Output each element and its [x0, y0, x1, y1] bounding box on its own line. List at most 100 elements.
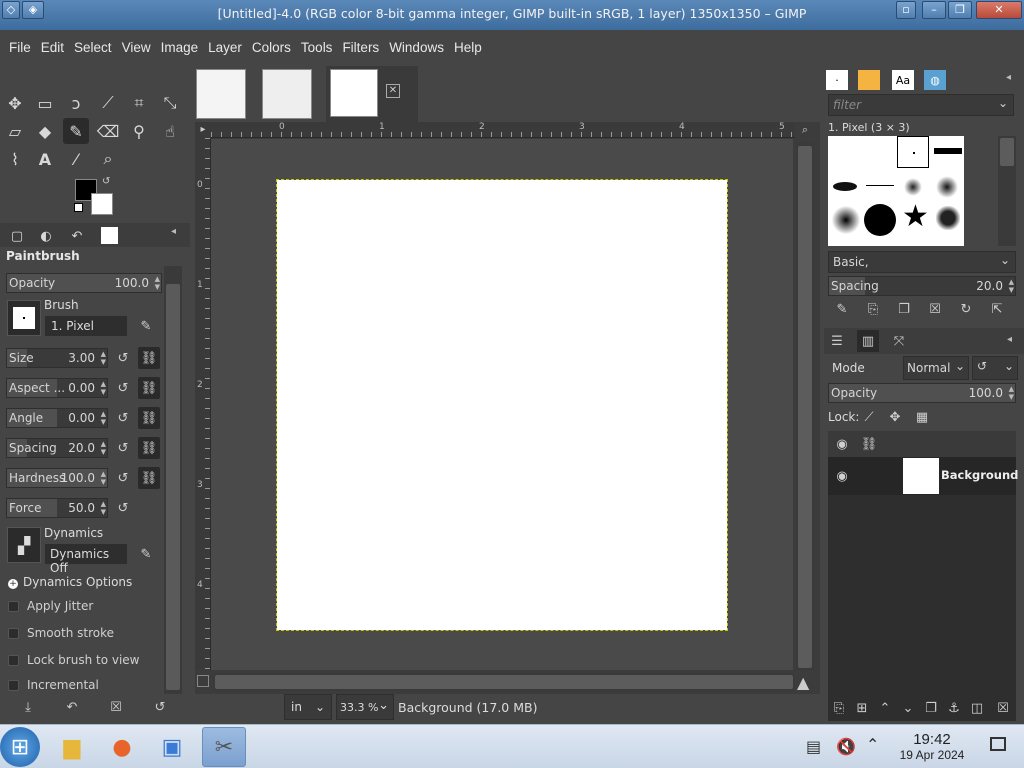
brush-soft-large[interactable] [936, 176, 958, 198]
lock-position-icon[interactable]: ✥ [884, 406, 906, 428]
active-image-tab[interactable]: ✕ [326, 66, 418, 122]
smooth-stroke-checkbox[interactable]: Smooth stroke [8, 626, 114, 640]
opacity-spinner-icon[interactable]: ▲ ▼ [155, 275, 160, 291]
brush-star[interactable]: ★ [902, 202, 929, 232]
crop-tool-icon[interactable]: ⌗ [126, 90, 152, 116]
toggle-quick-mask-icon[interactable] [197, 675, 209, 687]
configure-tab-icon[interactable]: ◂ [1006, 72, 1011, 83]
layer-name[interactable]: Background [941, 468, 1018, 482]
volume-muted-icon[interactable]: 🔇 [836, 737, 856, 756]
firefox-icon[interactable]: ● [100, 727, 144, 767]
horizontal-scrollbar[interactable] [213, 673, 795, 691]
scrollbar-thumb[interactable] [1000, 138, 1014, 166]
open-brush-as-image-icon[interactable]: ⇱ [986, 298, 1008, 320]
zoom-tool-icon[interactable]: ⌕ [95, 146, 121, 172]
spacing-reset-icon[interactable]: ↺ [112, 437, 134, 459]
dynamics-preview-icon[interactable]: ▞ [7, 527, 41, 563]
brushes-grid[interactable]: ★ [828, 136, 964, 246]
fonts-tab-icon[interactable]: Aa [892, 70, 914, 90]
menu-filters[interactable]: Filters [337, 30, 384, 66]
scrollbar-thumb[interactable] [215, 675, 793, 689]
reset-options-icon[interactable]: ↺ [149, 696, 171, 718]
gimp-taskbar-icon[interactable]: ✂ [202, 727, 246, 767]
duplicate-layer-icon[interactable]: ❐ [920, 697, 942, 719]
new-brush-icon[interactable]: ⎘ [862, 298, 884, 320]
aspect-reset-icon[interactable]: ↺ [112, 377, 134, 399]
menu-layer[interactable]: Layer [203, 30, 247, 66]
angle-spinner-icon[interactable]: ▲ ▼ [101, 410, 106, 426]
lower-layer-icon[interactable]: ⌄ [897, 697, 919, 719]
layer-mode-selector[interactable]: Normal ⌄ [903, 356, 969, 380]
brush-circle[interactable] [864, 204, 896, 236]
layer-row[interactable]: ◉ Background [828, 457, 1018, 495]
aspect-slider[interactable]: Aspect ... 0.00 ▲ ▼ [6, 378, 108, 398]
brush-filter-input[interactable]: filter ⌄ [828, 94, 1014, 116]
tool-options-tab-icon[interactable]: ▢ [4, 223, 30, 249]
raise-layer-icon[interactable]: ⌃ [874, 697, 896, 719]
brush-oval[interactable] [833, 182, 857, 191]
vertical-ruler[interactable]: 0 1 2 3 4 [195, 138, 211, 670]
zoom-on-resize-icon[interactable]: ⌕ [797, 122, 813, 138]
brush-fuzzy[interactable] [832, 206, 860, 234]
clipboard-tray-icon[interactable]: ▤ [806, 737, 821, 756]
spacing-slider[interactable]: Spacing 20.0 ▲ ▼ [6, 438, 108, 458]
restore-options-icon[interactable]: ↶ [61, 696, 83, 718]
edit-dynamics-icon[interactable]: ✎ [135, 543, 157, 565]
rect-select-tool-icon[interactable]: ▭ [32, 90, 58, 116]
delete-options-icon[interactable]: ☒ [105, 696, 127, 718]
lasso-tool-icon[interactable]: ↄ [63, 90, 89, 116]
control-panel-icon[interactable]: ▣ [150, 727, 194, 767]
start-button-icon[interactable]: ⊞ [0, 727, 40, 767]
file-explorer-icon[interactable]: ▆ [50, 727, 94, 767]
vertical-scrollbar[interactable] [796, 142, 814, 670]
eraser-tool-icon[interactable]: ⌫ [95, 118, 121, 144]
lock-brush-checkbox[interactable]: Lock brush to view [8, 653, 140, 667]
incremental-checkbox[interactable]: Incremental [8, 678, 99, 692]
color-picker-tool-icon[interactable]: ⁄ [63, 146, 89, 172]
paths-tool-icon[interactable]: ⌇ [2, 146, 28, 172]
brushes-tab-icon[interactable]: · [826, 70, 848, 90]
brush-name-field[interactable]: 1. Pixel [44, 315, 128, 337]
quick-mask-menu-icon[interactable]: ▸ [195, 122, 211, 138]
minimize-button[interactable]: – [922, 1, 946, 19]
gradients-tab-icon[interactable]: ◍ [924, 70, 946, 90]
menu-view[interactable]: View [117, 30, 156, 66]
refresh-brushes-icon[interactable]: ↻ [955, 298, 977, 320]
brush-preset-selector[interactable]: Basic, ⌄ [828, 251, 1016, 273]
dynamics-name-field[interactable]: Dynamics Off [44, 543, 128, 575]
checkbox-box[interactable] [8, 680, 19, 691]
brush-splatter[interactable] [936, 206, 960, 230]
checkbox-box[interactable] [8, 655, 19, 666]
bucket-fill-tool-icon[interactable]: ◆ [32, 118, 58, 144]
edit-brush-icon[interactable]: ✎ [831, 298, 853, 320]
image-canvas[interactable] [276, 179, 728, 631]
menu-tools[interactable]: Tools [296, 30, 338, 66]
lock-alpha-icon[interactable]: ▦ [911, 406, 933, 428]
menu-file[interactable]: File [4, 30, 36, 66]
anchor-layer-icon[interactable]: ⚓ [943, 697, 965, 719]
transform-tool-icon[interactable]: ⤡ [157, 90, 183, 116]
mask-layer-icon[interactable]: ◫ [966, 697, 988, 719]
brush-soft[interactable] [904, 178, 922, 196]
scrollbar-thumb[interactable] [166, 284, 180, 690]
images-tab-icon[interactable] [101, 227, 118, 244]
paths-tab-icon[interactable]: ⤧ [888, 330, 910, 352]
layer-opacity-slider[interactable]: Opacity 100.0 ▲ ▼ [828, 383, 1016, 403]
patterns-tab-icon[interactable] [858, 70, 880, 90]
hardness-link-icon[interactable]: ⛓ [138, 467, 160, 489]
force-slider[interactable]: Force 50.0 ▲ ▼ [6, 498, 108, 518]
tool-options-scrollbar[interactable] [164, 266, 182, 694]
clone-tool-icon[interactable]: ⚲ [126, 118, 152, 144]
eye-icon[interactable]: ◉ [831, 465, 853, 487]
brush-spacing-spinner-icon[interactable]: ▲ ▼ [1009, 278, 1014, 294]
angle-slider[interactable]: Angle 0.00 ▲ ▼ [6, 408, 108, 428]
size-slider[interactable]: Size 3.00 ▲ ▼ [6, 348, 108, 368]
menu-select[interactable]: Select [69, 30, 117, 66]
channels-tab-icon[interactable]: ▥ [857, 330, 879, 352]
angle-reset-icon[interactable]: ↺ [112, 407, 134, 429]
default-colors-icon[interactable] [74, 203, 83, 212]
chain-header-icon[interactable]: ⛓ [858, 433, 880, 455]
configure-tab-icon[interactable]: ◂ [171, 226, 176, 237]
delete-brush-icon[interactable]: ☒ [924, 298, 946, 320]
close-tab-icon[interactable]: ✕ [386, 84, 400, 98]
